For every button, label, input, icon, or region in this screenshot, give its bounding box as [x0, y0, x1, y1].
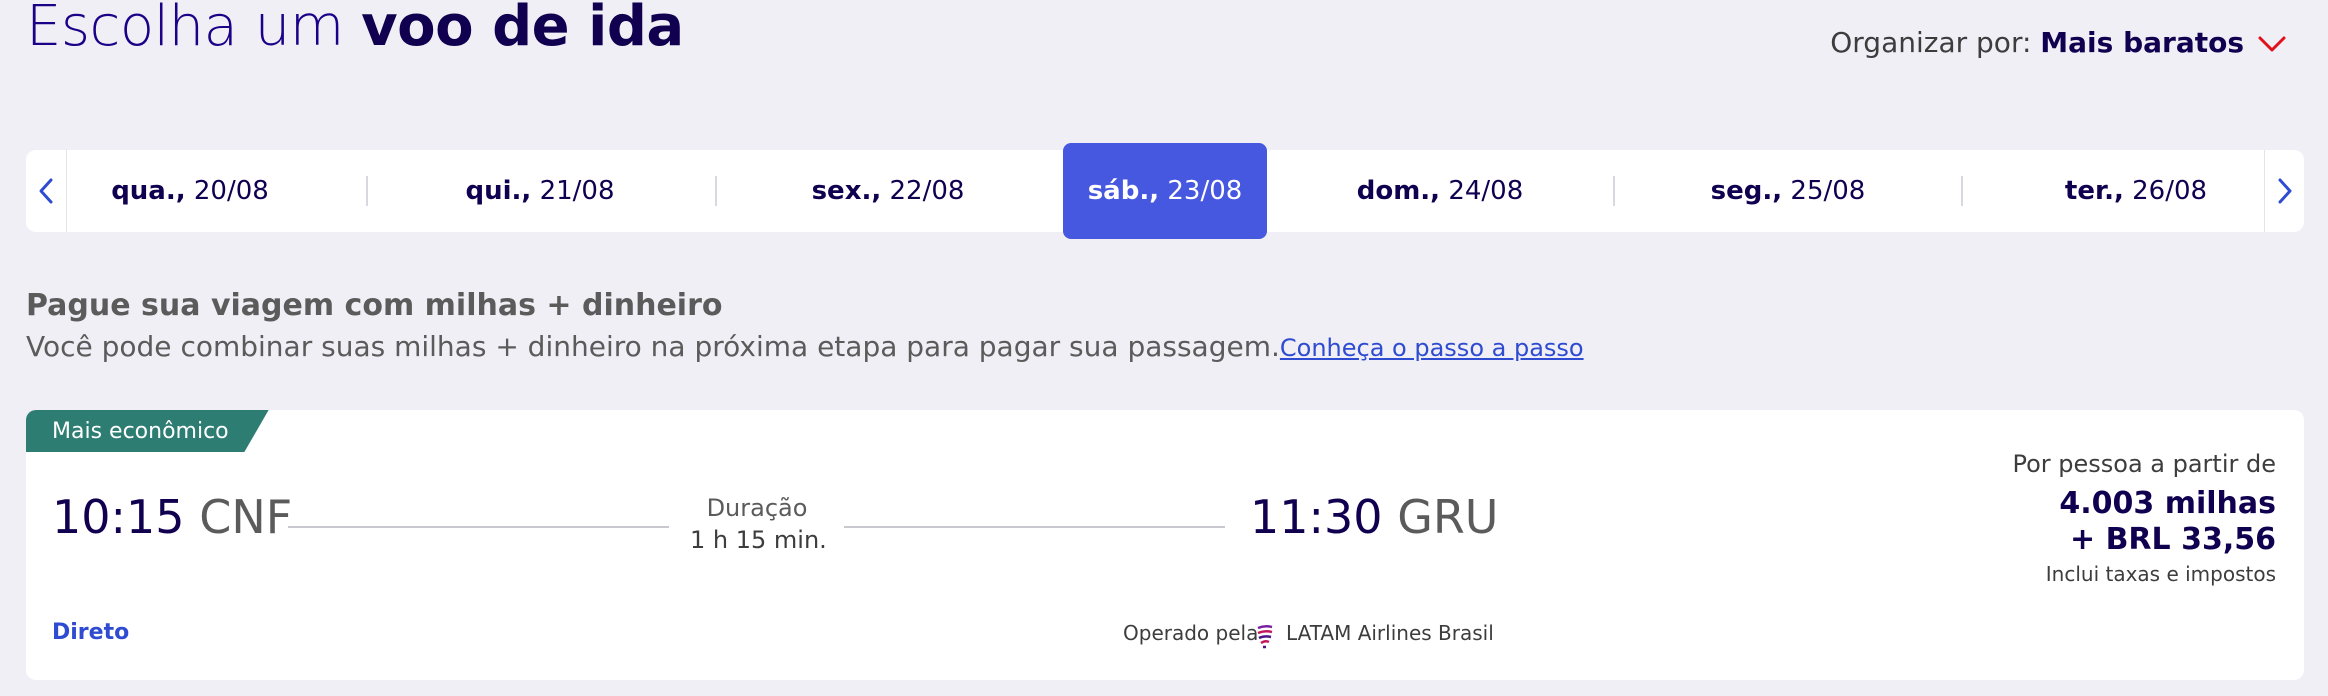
promo-body: Você pode combinar suas milhas + dinheir…	[26, 330, 1584, 363]
chevron-left-icon	[39, 178, 53, 204]
departure-time: 10:15	[52, 490, 185, 544]
date-tab-6[interactable]: ter., 26/08	[2036, 150, 2236, 232]
date-tab-4[interactable]: dom., 24/08	[1340, 150, 1540, 232]
arrival-time: 11:30	[1250, 490, 1383, 544]
date-tab-2[interactable]: sex., 22/08	[788, 150, 988, 232]
date-separator	[366, 176, 368, 206]
chevron-right-icon	[2278, 178, 2292, 204]
price-label: Por pessoa a partir de	[2012, 450, 2276, 478]
cheapest-badge: Mais econômico	[26, 410, 269, 452]
next-dates-button[interactable]	[2264, 150, 2305, 232]
date-value: 20/08	[193, 176, 269, 206]
promo-link[interactable]: Conheça o passo a passo	[1280, 334, 1584, 362]
date-separator	[1961, 176, 1963, 206]
date-tab-5[interactable]: seg., 25/08	[1688, 150, 1888, 232]
stops-link[interactable]: Direto	[52, 620, 129, 645]
date-separator	[715, 176, 717, 206]
route-line-right	[844, 526, 1225, 528]
date-value: 21/08	[539, 176, 615, 206]
route-line-left	[288, 526, 669, 528]
operated-label: Operado pela	[1123, 621, 1259, 645]
date-tab-0[interactable]: qua., 20/08	[90, 150, 290, 232]
sort-label: Organizar por:	[1830, 26, 2032, 59]
chevron-down-icon[interactable]	[2256, 30, 2288, 58]
arrival-airport: GRU	[1397, 490, 1499, 544]
date-weekday: seg.,	[1710, 176, 1783, 206]
prev-dates-button[interactable]	[26, 150, 67, 232]
date-weekday: sáb.,	[1087, 176, 1160, 206]
date-weekday: dom.,	[1356, 176, 1441, 206]
date-value: 25/08	[1790, 176, 1866, 206]
date-value: 23/08	[1167, 176, 1243, 206]
promo-text: Você pode combinar suas milhas + dinheir…	[26, 330, 1280, 363]
departure: 10:15 CNF	[52, 490, 292, 544]
sort-value[interactable]: Mais baratos	[2040, 26, 2244, 59]
carrier-name: LATAM Airlines Brasil	[1286, 621, 1494, 645]
page-title-prefix: Escolha um	[26, 0, 362, 59]
date-weekday: qui.,	[465, 176, 532, 206]
date-weekday: ter.,	[2064, 176, 2124, 206]
price-note: Inclui taxas e impostos	[2045, 562, 2276, 586]
date-tab-selected[interactable]: sáb., 23/08	[1063, 143, 1267, 239]
date-weekday: qua.,	[111, 176, 186, 206]
date-tab-1[interactable]: qui., 21/08	[440, 150, 640, 232]
departure-airport: CNF	[199, 490, 293, 544]
latam-logo-icon	[1257, 625, 1273, 649]
date-separator	[1613, 176, 1615, 206]
date-value: 26/08	[2132, 176, 2208, 206]
date-weekday: sex.,	[811, 176, 882, 206]
arrival: 11:30 GRU	[1250, 490, 1498, 544]
duration-label: Duração	[706, 494, 808, 522]
promo-title: Pague sua viagem com milhas + dinheiro	[26, 288, 723, 323]
page-title-bold: voo de ida	[361, 0, 684, 59]
sort-control[interactable]: Organizar por: Mais baratos	[1830, 26, 2244, 59]
price-cash: + BRL 33,56	[2069, 522, 2276, 557]
date-value: 22/08	[889, 176, 965, 206]
page-title: Escolha um voo de ida	[26, 0, 684, 59]
duration-value: 1 h 15 min.	[690, 526, 827, 554]
date-value: 24/08	[1448, 176, 1524, 206]
price-miles: 4.003 milhas	[2059, 486, 2276, 521]
